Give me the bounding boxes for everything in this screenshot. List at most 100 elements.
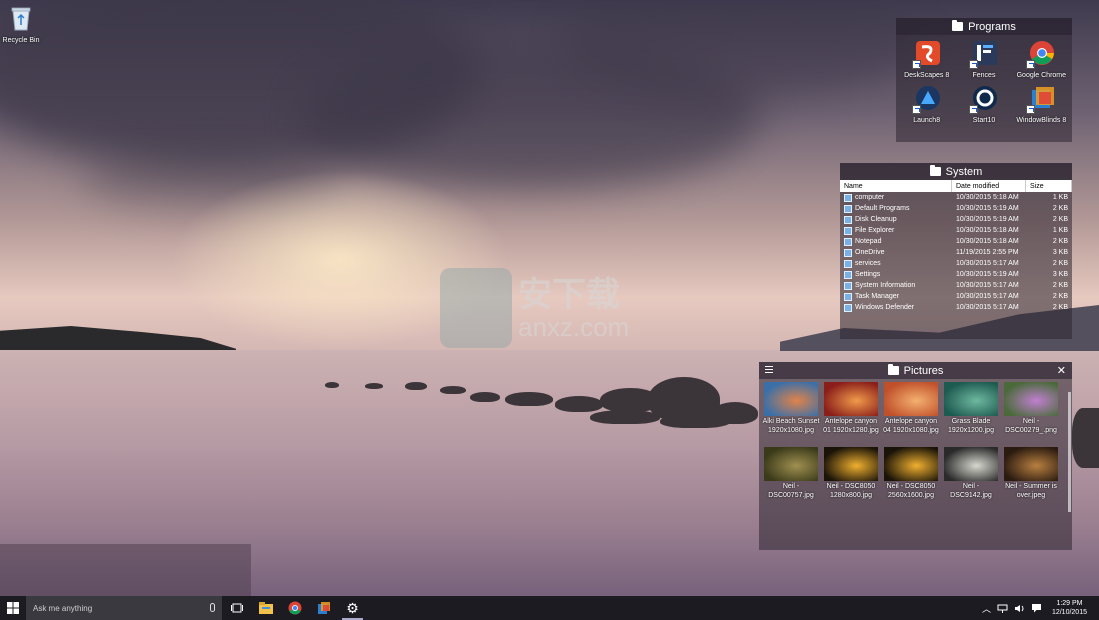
chevron-up-icon[interactable]: ︿ [982,602,991,615]
programs-fence[interactable]: Programs DeskScapes 8 Fences Google Chro… [896,18,1072,142]
file-size: 2 KB [1052,293,1068,300]
shortcut-arrow-icon [1026,60,1036,69]
column-header-name[interactable]: Name [840,180,952,192]
shortcut-arrow-icon [911,60,921,69]
picture-item[interactable]: Alki Beach Sunset 1920x1080.jpg [762,382,820,435]
gear-icon: ⚙ [346,600,359,616]
system-fence[interactable]: System Name Date modified Size computer 1… [840,163,1072,339]
picture-label: Antelope canyon 04 1920x1080.jpg [883,418,939,434]
picture-item[interactable]: Antelope canyon 04 1920x1080.jpg [882,382,940,435]
start-button[interactable] [0,596,26,620]
shortcut-file-icon [844,259,852,268]
file-row[interactable]: services 10/30/2015 5:17 AM 2 KB [840,258,1072,269]
picture-item[interactable]: Neil - Summer is over.jpeg [1002,447,1060,500]
programs-fence-title: Programs [968,20,1016,33]
taskbar: Ask me anything ⚙ ︿ 1:29 PM 12/10/2015 [0,596,1099,620]
program-start10[interactable]: Start10 [955,84,1012,124]
file-date: 10/30/2015 5:17 AM [956,293,1019,300]
cortana-search-box[interactable]: Ask me anything [26,596,222,620]
file-row[interactable]: File Explorer 10/30/2015 5:18 AM 1 KB [840,225,1072,236]
close-icon[interactable]: ✕ [1057,364,1066,377]
picture-label: Neil - DSC00279_.png [1005,418,1057,434]
program-launch8[interactable]: Launch8 [898,84,955,124]
picture-thumbnail [824,382,878,416]
volume-icon[interactable] [1014,604,1025,613]
watermark-text: 安下载 [518,276,620,314]
picture-item[interactable]: Neil - DSC8050 2560x1600.jpg [882,447,940,500]
file-date: 10/30/2015 5:19 AM [956,271,1019,278]
windows-logo-icon [7,602,19,614]
file-row[interactable]: Disk Cleanup 10/30/2015 5:19 AM 2 KB [840,214,1072,225]
search-placeholder: Ask me anything [33,603,93,613]
system-fence-title-bar[interactable]: System [840,163,1072,180]
picture-item[interactable]: Neil - DSC00757.jpg [762,447,820,500]
file-row[interactable]: computer 10/30/2015 5:18 AM 1 KB [840,192,1072,203]
picture-item[interactable]: Antelope canyon 01 1920x1280.jpg [822,382,880,435]
file-name: computer [855,194,885,201]
program-label: Start10 [972,117,996,124]
program-label: Fences [972,72,996,79]
picture-thumbnail [884,382,938,416]
folder-icon [887,364,899,375]
microphone-icon[interactable] [210,603,215,612]
file-row[interactable]: OneDrive 11/19/2015 2:55 PM 3 KB [840,247,1072,258]
chrome-icon [288,601,301,615]
taskbar-settings[interactable]: ⚙ [338,596,367,620]
file-size: 2 KB [1052,282,1068,289]
column-header-date-modified[interactable]: Date modified [952,180,1026,192]
file-size: 3 KB [1052,271,1068,278]
picture-label: Neil - DSC9142.jpg [950,483,992,499]
file-name: Windows Defender [855,304,915,311]
file-row[interactable]: Settings 10/30/2015 5:19 AM 3 KB [840,269,1072,280]
taskbar-chrome[interactable] [280,596,309,620]
watermark: 安下载 anxz.com [440,268,629,348]
program-deskscapes[interactable]: DeskScapes 8 [898,39,955,79]
clock[interactable]: 1:29 PM 12/10/2015 [1048,599,1091,617]
file-name: Settings [855,271,881,278]
picture-label: Grass Blade 1920x1200.jpg [948,418,994,434]
pictures-fence-title-bar[interactable]: Pictures ✕ [759,362,1072,379]
picture-label: Antelope canyon 01 1920x1280.jpg [823,418,879,434]
task-view-button[interactable] [222,596,251,620]
file-row[interactable]: System Information 10/30/2015 5:17 AM 2 KB [840,280,1072,291]
file-size: 2 KB [1052,304,1068,311]
action-center-icon[interactable] [1031,603,1042,613]
column-header-size[interactable]: Size [1026,180,1072,192]
programs-fence-title-bar[interactable]: Programs [896,18,1072,35]
shortcut-arrow-icon [1026,105,1036,114]
file-date: 10/30/2015 5:18 AM [956,194,1019,201]
shortcut-file-icon [844,215,852,224]
file-date: 10/30/2015 5:17 AM [956,260,1019,267]
vertical-scrollbar[interactable] [1068,392,1071,512]
file-size: 2 KB [1052,238,1068,245]
picture-thumbnail [764,447,818,481]
file-size: 1 KB [1052,194,1068,201]
picture-item[interactable]: Neil - DSC8050 1280x800.jpg [822,447,880,500]
program-label: WindowBlinds 8 [1016,117,1067,124]
file-name: Task Manager [855,293,899,300]
picture-item[interactable]: Neil - DSC9142.jpg [942,447,1000,500]
recycle-bin[interactable]: Recycle Bin [2,5,40,44]
file-row[interactable]: Windows Defender 10/30/2015 5:17 AM 2 KB [840,302,1072,313]
taskbar-windowblinds[interactable] [309,596,338,620]
program-google-chrome[interactable]: Google Chrome [1013,39,1070,79]
shortcut-file-icon [844,226,852,235]
file-name: Disk Cleanup [855,216,897,223]
pictures-fence[interactable]: Pictures ✕ Alki Beach Sunset 1920x1080.j… [759,362,1072,550]
taskbar-file-explorer[interactable] [251,596,280,620]
picture-item[interactable]: Neil - DSC00279_.png [1002,382,1060,435]
program-windowblinds[interactable]: WindowBlinds 8 [1013,84,1070,124]
network-icon[interactable] [997,604,1008,613]
program-fences[interactable]: Fences [955,39,1012,79]
file-name: OneDrive [855,249,885,256]
pictures-fence-title: Pictures [903,364,944,377]
menu-icon[interactable] [765,366,773,374]
file-explorer-icon [258,602,273,614]
file-row[interactable]: Notepad 10/30/2015 5:18 AM 2 KB [840,236,1072,247]
file-size: 2 KB [1052,205,1068,212]
task-view-icon [230,603,243,613]
file-row[interactable]: Default Programs 10/30/2015 5:19 AM 2 KB [840,203,1072,214]
picture-item[interactable]: Grass Blade 1920x1200.jpg [942,382,1000,435]
picture-thumbnail [764,382,818,416]
file-row[interactable]: Task Manager 10/30/2015 5:17 AM 2 KB [840,291,1072,302]
